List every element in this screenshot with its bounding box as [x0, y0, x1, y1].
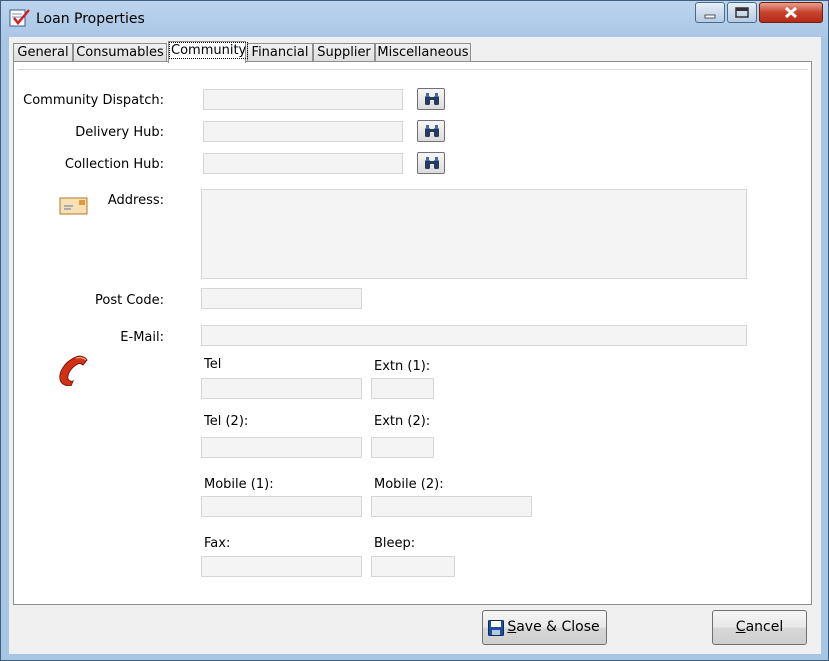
- loan-properties-window: Loan Properties General Consumables Comm…: [0, 0, 829, 661]
- collection-hub-input[interactable]: [204, 154, 402, 173]
- address-label: Address:: [107, 193, 164, 208]
- dialog-client-area: General Consumables Community Financial …: [9, 37, 821, 654]
- fax-label: Fax:: [204, 536, 231, 551]
- tab-financial[interactable]: Financial: [247, 43, 313, 62]
- post-code-label: Post Code:: [95, 293, 164, 308]
- tab-community[interactable]: Community: [168, 41, 249, 63]
- tel2-field[interactable]: [201, 437, 362, 458]
- mobile2-label: Mobile (2):: [374, 477, 444, 492]
- email-label: E-Mail:: [120, 330, 164, 345]
- tel2-label: Tel (2):: [204, 414, 249, 429]
- tel-field[interactable]: [201, 378, 362, 399]
- maximize-button[interactable]: [727, 2, 757, 23]
- save-close-mnemonic: S: [507, 619, 517, 635]
- minimize-icon: [704, 14, 716, 19]
- tab-label: Miscellaneous: [377, 45, 469, 60]
- bleep-label: Bleep:: [374, 536, 416, 551]
- panel-divider: [18, 69, 808, 70]
- window-title: Loan Properties: [36, 11, 145, 27]
- extn1-label: Extn (1):: [374, 359, 431, 374]
- tab-label: Supplier: [317, 45, 371, 60]
- collection-hub-label: Collection Hub:: [64, 157, 164, 172]
- tab-label: Community: [169, 42, 249, 59]
- community-dispatch-search-button[interactable]: [417, 88, 445, 110]
- close-button[interactable]: [759, 2, 823, 23]
- minimize-button[interactable]: [695, 2, 725, 23]
- community-dispatch-input[interactable]: [204, 90, 402, 109]
- mobile1-field[interactable]: [201, 496, 362, 517]
- address-field[interactable]: [201, 189, 747, 279]
- title-bar[interactable]: Loan Properties: [1, 1, 828, 37]
- maximize-icon: [735, 7, 749, 18]
- save-close-label: Save & Close: [489, 619, 599, 635]
- fax-field[interactable]: [201, 556, 362, 577]
- extn1-field[interactable]: [371, 378, 434, 399]
- community-tab-panel: Community Dispatch: Delivery Hub: Collec…: [13, 61, 812, 605]
- collection-hub-search-button[interactable]: [417, 152, 445, 174]
- tab-miscellaneous[interactable]: Miscellaneous: [375, 43, 471, 62]
- floppy-disk-icon: [488, 620, 504, 636]
- email-input[interactable]: [202, 326, 746, 345]
- delivery-hub-field[interactable]: [203, 121, 403, 142]
- mobile2-input[interactable]: [372, 497, 531, 516]
- email-field[interactable]: [201, 325, 747, 346]
- bleep-field[interactable]: [371, 556, 455, 577]
- community-dispatch-field[interactable]: [203, 89, 403, 110]
- cancel-mnemonic: C: [735, 619, 746, 635]
- cancel-button[interactable]: Cancel: [712, 610, 807, 645]
- delivery-hub-search-button[interactable]: [417, 120, 445, 142]
- tab-label: General: [17, 45, 69, 60]
- binoculars-icon: [425, 125, 439, 137]
- app-icon: [9, 9, 30, 27]
- extn2-input[interactable]: [372, 438, 433, 457]
- tab-label: Financial: [251, 45, 309, 60]
- post-code-input[interactable]: [202, 289, 361, 308]
- delivery-hub-label: Delivery Hub:: [75, 125, 164, 140]
- binoculars-icon: [425, 157, 439, 169]
- mobile1-input[interactable]: [202, 497, 361, 516]
- close-icon: [784, 6, 798, 19]
- cancel-label: Cancel: [736, 619, 783, 635]
- post-code-field[interactable]: [201, 288, 362, 309]
- tab-supplier[interactable]: Supplier: [313, 43, 375, 62]
- cancel-label-rest: ancel: [745, 619, 784, 635]
- telephone-icon: [59, 355, 88, 386]
- mobile1-label: Mobile (1):: [204, 477, 274, 492]
- tab-consumables[interactable]: Consumables: [73, 43, 167, 62]
- bleep-input[interactable]: [372, 557, 454, 576]
- tel-label: Tel: [204, 357, 222, 372]
- address-textarea[interactable]: [202, 190, 746, 278]
- tel2-input[interactable]: [202, 438, 361, 457]
- tab-label: Consumables: [76, 45, 164, 60]
- save-close-button[interactable]: Save & Close: [482, 610, 607, 645]
- delivery-hub-input[interactable]: [204, 122, 402, 141]
- mobile2-field[interactable]: [371, 496, 532, 517]
- save-close-label-rest: ave & Close: [516, 619, 600, 635]
- extn1-input[interactable]: [372, 379, 433, 398]
- extn2-field[interactable]: [371, 437, 434, 458]
- community-dispatch-label: Community Dispatch:: [23, 93, 164, 108]
- fax-input[interactable]: [202, 557, 361, 576]
- tel-input[interactable]: [202, 379, 361, 398]
- binoculars-icon: [425, 93, 439, 105]
- tab-general[interactable]: General: [13, 43, 73, 62]
- extn2-label: Extn (2):: [374, 414, 431, 429]
- collection-hub-field[interactable]: [203, 153, 403, 174]
